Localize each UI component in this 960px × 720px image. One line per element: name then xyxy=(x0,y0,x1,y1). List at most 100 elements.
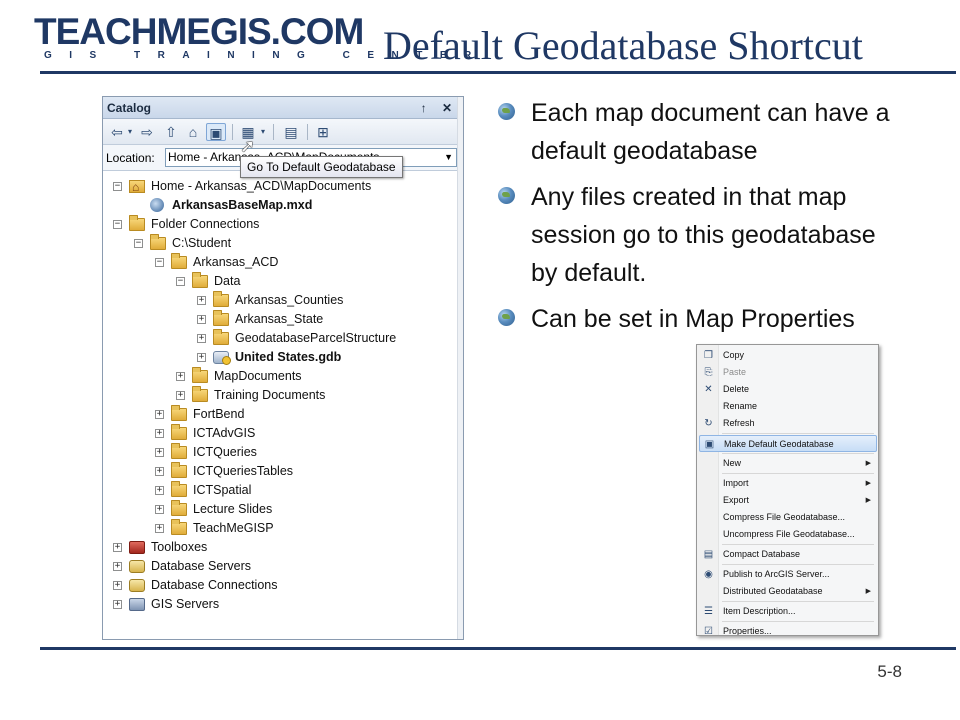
tree-node[interactable]: − C:\Student xyxy=(103,234,463,253)
tree-node[interactable]: + United States.gdb xyxy=(103,348,463,367)
tree-node[interactable]: + GIS Servers xyxy=(103,595,463,614)
default-geodatabase-icon[interactable]: ▣ xyxy=(206,123,226,141)
tree-node[interactable]: + Toolboxes xyxy=(103,538,463,557)
tree-node[interactable]: + Database Connections xyxy=(103,576,463,595)
menu-item[interactable]: ◉ Publish to ArcGIS Server... xyxy=(699,566,877,583)
expand-icon[interactable]: + xyxy=(155,524,164,533)
menu-item[interactable]: Distributed Geodatabase ▶ xyxy=(699,583,877,600)
mxd-icon xyxy=(150,198,164,212)
menu-item[interactable]: ❐ Copy xyxy=(699,347,877,364)
gis-icon xyxy=(129,598,145,611)
menu-item[interactable]: Rename xyxy=(699,398,877,415)
expand-icon[interactable]: + xyxy=(197,296,206,305)
teachmegis-logo: TEACHMEGIS.COM GIS TRAINING CENTER xyxy=(34,12,471,64)
tree-node[interactable]: + Lecture Slides xyxy=(103,500,463,519)
menu-item[interactable]: ▣ Make Default Geodatabase xyxy=(699,435,877,452)
chevron-down-icon[interactable]: ▼ xyxy=(444,149,453,166)
tree-node-label: Training Documents xyxy=(214,388,326,402)
tree-node[interactable]: + Training Documents xyxy=(103,386,463,405)
submenu-arrow-icon: ▶ xyxy=(865,460,871,467)
tree-node-label: ICTQueries xyxy=(193,445,257,459)
tree-node[interactable]: + Arkansas_Counties xyxy=(103,291,463,310)
expand-icon[interactable]: + xyxy=(113,543,122,552)
expand-icon[interactable]: + xyxy=(113,581,122,590)
expand-icon[interactable]: + xyxy=(155,486,164,495)
menu-item-label: Compress File Geodatabase... xyxy=(723,512,846,522)
expand-icon[interactable]: + xyxy=(155,410,164,419)
catalog-scrollbar[interactable] xyxy=(457,97,463,639)
tree-node-label: ICTSpatial xyxy=(193,483,252,497)
tree-node[interactable]: ArkansasBaseMap.mxd xyxy=(103,196,463,215)
forward-icon[interactable]: ⇨ xyxy=(137,123,157,141)
expand-icon[interactable]: + xyxy=(197,315,206,324)
tree-node[interactable]: + GeodatabaseParcelStructure xyxy=(103,329,463,348)
folder-icon xyxy=(213,291,229,307)
tree-node[interactable]: + FortBend xyxy=(103,405,463,424)
expand-icon[interactable]: + xyxy=(155,448,164,457)
tree-node[interactable]: − Folder Connections xyxy=(103,215,463,234)
menu-item[interactable]: ✕ Delete xyxy=(699,381,877,398)
menu-item[interactable]: Import ▶ xyxy=(699,475,877,492)
tree-node[interactable]: + ICTQueriesTables xyxy=(103,462,463,481)
menu-item[interactable]: ⎘ Paste xyxy=(699,364,877,381)
collapse-icon[interactable]: − xyxy=(113,220,122,229)
tree-node[interactable]: + ICTSpatial xyxy=(103,481,463,500)
expand-icon[interactable]: + xyxy=(155,429,164,438)
catalog-window-buttons[interactable]: ↑ ✕ xyxy=(421,97,458,119)
menu-item-label: Rename xyxy=(723,401,758,411)
tree-node[interactable]: − Arkansas_ACD xyxy=(103,253,463,272)
context-menu: ❐ Copy ⎘ Paste ✕ Delete Rename ↻ Refresh ▣ Make De… xyxy=(696,344,879,636)
tree-node[interactable]: + Database Servers xyxy=(103,557,463,576)
submenu-arrow-icon: ▶ xyxy=(865,497,871,504)
menu-item-label: Distributed Geodatabase xyxy=(723,586,823,596)
menu-item[interactable]: ☰ Item Description... xyxy=(699,603,877,620)
tree-node[interactable]: + MapDocuments xyxy=(103,367,463,386)
expand-icon[interactable]: + xyxy=(155,467,164,476)
back-icon[interactable]: ⇦ xyxy=(107,123,127,141)
menu-item[interactable]: ☑ Properties... xyxy=(699,623,877,636)
menu-item[interactable]: New ▶ xyxy=(699,455,877,472)
expand-icon[interactable]: + xyxy=(176,372,185,381)
expand-icon[interactable]: + xyxy=(197,353,206,362)
view-dropdown-icon[interactable]: ▾ xyxy=(258,123,268,141)
tree-node[interactable]: + ICTAdvGIS xyxy=(103,424,463,443)
expand-icon[interactable]: + xyxy=(197,334,206,343)
tree-node[interactable]: + TeachMeGISP xyxy=(103,519,463,538)
toolbar-separator xyxy=(307,124,308,140)
tree-node-label: Data xyxy=(214,274,241,288)
back-dropdown-icon[interactable]: ▾ xyxy=(125,123,135,141)
menu-item-label: Compact Database xyxy=(723,549,801,559)
expand-icon[interactable]: + xyxy=(113,562,122,571)
toolbar-separator xyxy=(273,124,274,140)
menu-item-label: Make Default Geodatabase xyxy=(724,439,834,449)
tree-node-label: GeodatabaseParcelStructure xyxy=(235,331,397,345)
home-icon xyxy=(129,178,145,197)
up-folder-icon[interactable]: ⇧ xyxy=(161,123,181,141)
tree-node[interactable]: + Arkansas_State xyxy=(103,310,463,329)
menu-item[interactable]: ↻ Refresh xyxy=(699,415,877,432)
tree-node[interactable]: − Home - Arkansas_ACD\MapDocuments xyxy=(103,177,463,197)
tree-node[interactable]: − Data xyxy=(103,272,463,291)
expand-icon[interactable]: + xyxy=(113,600,122,609)
folder-icon xyxy=(171,253,187,269)
menu-item[interactable]: Compress File Geodatabase... xyxy=(699,509,877,526)
new-folder-icon[interactable]: ▤ xyxy=(281,123,301,141)
delete-icon: ✕ xyxy=(704,384,713,395)
tree-node[interactable]: + ICTQueries xyxy=(103,443,463,462)
menu-item[interactable]: ▤ Compact Database xyxy=(699,546,877,563)
tree-node-label: Database Connections xyxy=(151,578,278,592)
tree-options-icon[interactable]: ⊞ xyxy=(313,123,333,141)
collapse-icon[interactable]: − xyxy=(134,239,143,248)
menu-item[interactable]: Export ▶ xyxy=(699,492,877,509)
menu-separator xyxy=(722,544,874,545)
expand-icon[interactable]: + xyxy=(155,505,164,514)
collapse-icon[interactable]: − xyxy=(155,258,164,267)
folder-icon xyxy=(213,329,229,345)
collapse-icon[interactable]: − xyxy=(176,277,185,286)
collapse-icon[interactable]: − xyxy=(113,182,122,191)
home-icon[interactable]: ⌂ xyxy=(183,123,203,141)
expand-icon[interactable]: + xyxy=(176,391,185,400)
menu-item[interactable]: Uncompress File Geodatabase... xyxy=(699,526,877,543)
properties-icon: ☑ xyxy=(704,626,713,636)
folder-icon xyxy=(192,367,208,383)
